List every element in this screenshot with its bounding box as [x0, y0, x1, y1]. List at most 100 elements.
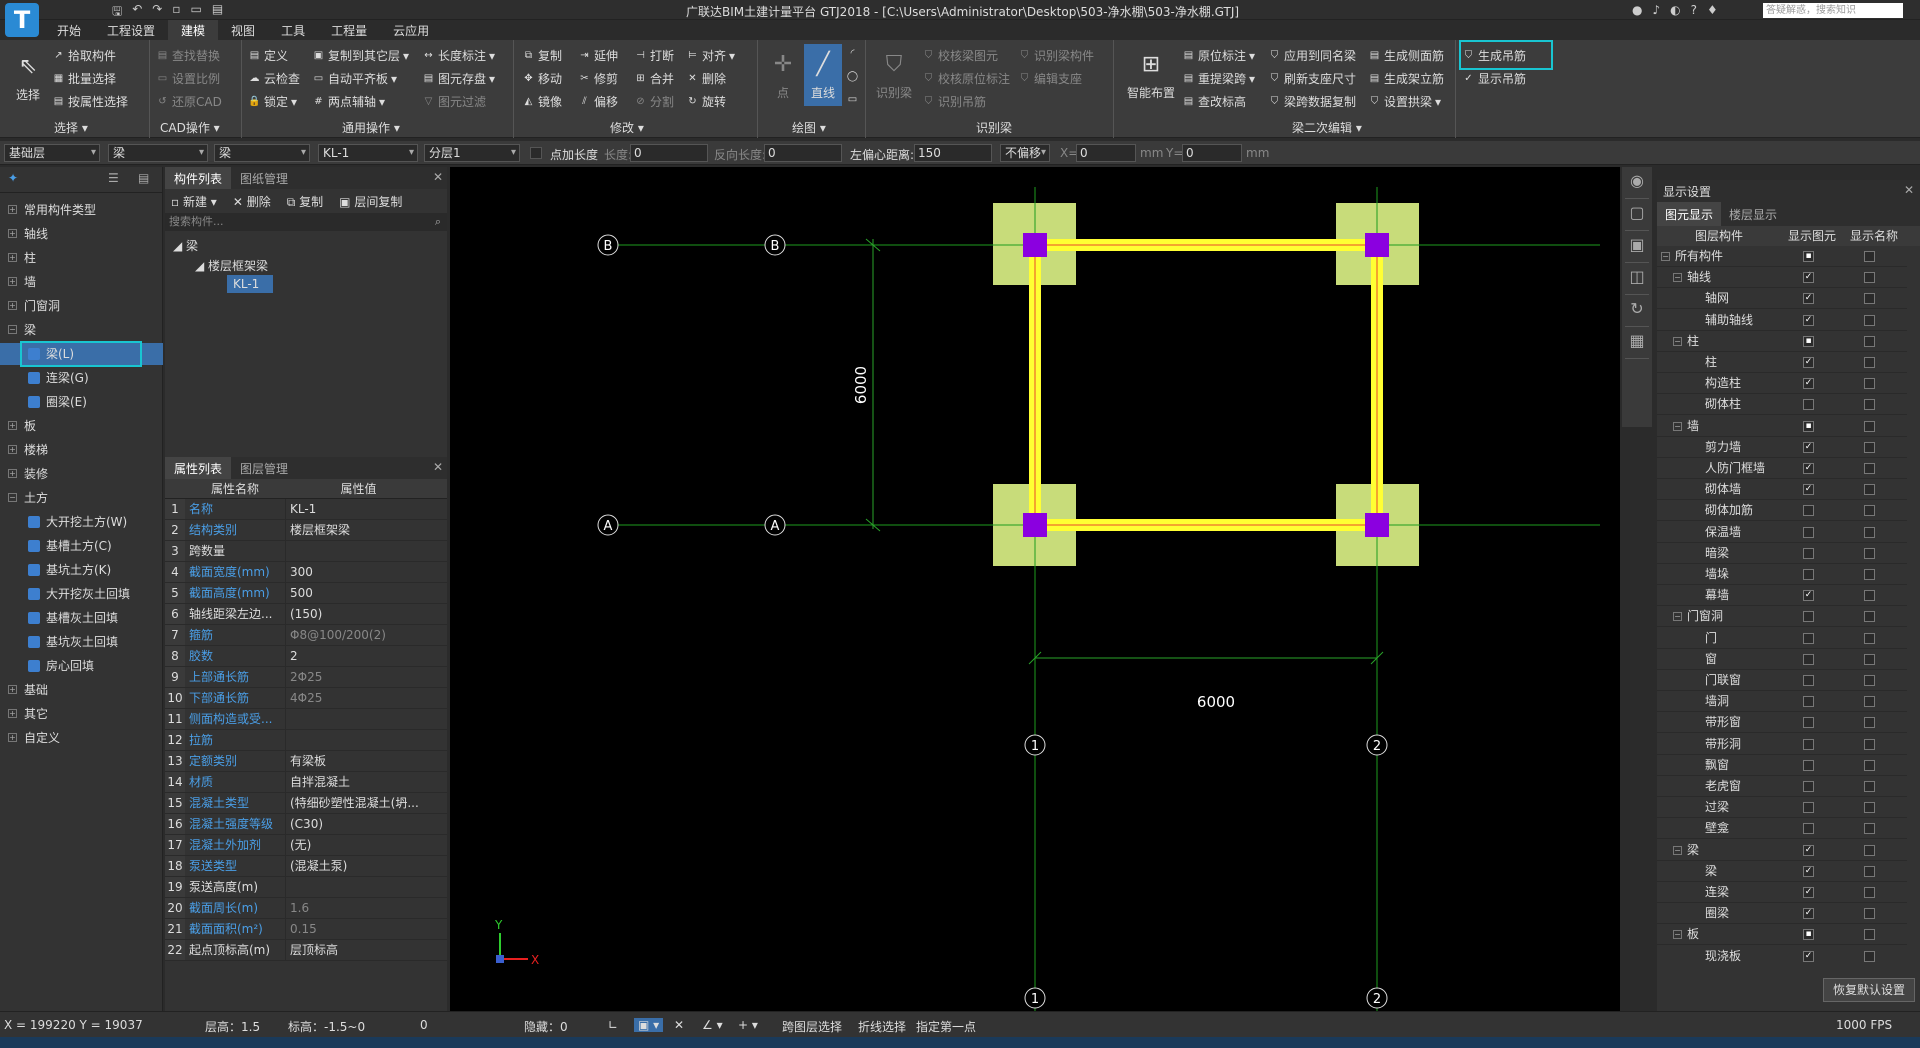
- delete-component-button[interactable]: ✕ 删除: [233, 193, 271, 209]
- expand-icon[interactable]: +: [8, 301, 17, 310]
- shirt-icon[interactable]: ♦: [1707, 3, 1718, 17]
- list-view-icon[interactable]: ☰: [108, 171, 119, 185]
- show-name-checkbox[interactable]: [1864, 526, 1875, 538]
- display-row[interactable]: 墙洞: [1657, 691, 1907, 713]
- collapse-icon[interactable]: −: [1673, 845, 1682, 855]
- show-element-checkbox[interactable]: ▪: [1803, 929, 1814, 941]
- show-name-checkbox[interactable]: [1864, 505, 1875, 517]
- show-element-checkbox[interactable]: [1803, 505, 1814, 517]
- show-name-checkbox[interactable]: [1864, 887, 1875, 898]
- property-row[interactable]: 2 结构类别 楼层框架梁: [165, 520, 447, 541]
- property-row[interactable]: 12 拉筋: [165, 730, 447, 751]
- cross-layer-select[interactable]: 跨图层选择: [782, 1018, 842, 1035]
- display-row[interactable]: − 柱 ▪: [1657, 331, 1907, 352]
- display-row[interactable]: − 墙 ▪: [1657, 416, 1907, 437]
- snap-icon[interactable]: ▣ ▾: [634, 1018, 664, 1032]
- display-row[interactable]: 连梁 ✓: [1657, 882, 1907, 903]
- menu-project-settings[interactable]: 工程设置: [94, 20, 168, 40]
- length-input[interactable]: 0: [630, 144, 708, 162]
- element-filter-button[interactable]: ▽ 图元过滤: [422, 93, 486, 110]
- expand-icon[interactable]: +: [8, 685, 17, 694]
- property-value[interactable]: 层顶标高: [285, 940, 432, 960]
- nav-sub-item[interactable]: 圈梁(E): [0, 391, 163, 413]
- display-row[interactable]: − 梁 ✓: [1657, 840, 1907, 861]
- nav-group-item[interactable]: + 其它: [0, 703, 163, 725]
- show-name-checkbox[interactable]: [1864, 759, 1875, 771]
- collapse-icon[interactable]: −: [1673, 612, 1682, 622]
- rotate-view-icon[interactable]: ↻: [1625, 299, 1649, 327]
- show-name-checkbox[interactable]: [1864, 950, 1875, 962]
- property-value[interactable]: [285, 730, 432, 750]
- show-element-checkbox[interactable]: ✓: [1803, 272, 1814, 284]
- edit-support-button[interactable]: ⛉ 编辑支座: [1018, 70, 1082, 87]
- check-beam-button[interactable]: ⛉ 校核梁图元: [922, 47, 998, 64]
- show-name-checkbox[interactable]: [1864, 272, 1875, 284]
- nav-sub-item[interactable]: 房心回填: [0, 655, 163, 677]
- show-name-checkbox[interactable]: [1864, 738, 1875, 750]
- menu-modeling[interactable]: 建模: [168, 20, 219, 40]
- nav-sub-item[interactable]: 连梁(G): [0, 367, 163, 389]
- show-name-checkbox[interactable]: [1864, 653, 1875, 665]
- display-row[interactable]: 砌体加筋: [1657, 500, 1907, 522]
- show-element-checkbox[interactable]: ✓: [1803, 590, 1814, 602]
- apply-same-name-button[interactable]: ⛉ 应用到同名梁: [1268, 47, 1356, 64]
- subtype-select[interactable]: 梁: [214, 144, 310, 162]
- tab-layer-management[interactable]: 图层管理: [231, 457, 297, 479]
- display-row[interactable]: 现浇板 ✓: [1657, 946, 1907, 966]
- property-row[interactable]: 4 截面宽度(mm) 300: [165, 562, 447, 583]
- expand-icon[interactable]: +: [8, 445, 17, 454]
- property-value[interactable]: (C30): [285, 814, 432, 834]
- bell-icon[interactable]: ♪: [1652, 3, 1660, 17]
- tree-node-beam[interactable]: ◢ 梁: [173, 237, 198, 254]
- property-row[interactable]: 14 材质 自拌混凝土: [165, 772, 447, 793]
- property-row[interactable]: 16 混凝土强度等级 (C30): [165, 814, 447, 835]
- collapse-icon[interactable]: −: [8, 493, 17, 502]
- show-element-checkbox[interactable]: [1803, 526, 1814, 538]
- offset-button[interactable]: ⫽ 偏移: [578, 93, 618, 110]
- show-element-checkbox[interactable]: ✓: [1803, 378, 1814, 390]
- show-element-checkbox[interactable]: ✓: [1803, 950, 1814, 962]
- property-row[interactable]: 21 截面面积(m²) 0.15: [165, 919, 447, 940]
- nav-group-item[interactable]: − 土方: [0, 487, 163, 509]
- menu-cloud[interactable]: 云应用: [380, 20, 442, 40]
- show-element-checkbox[interactable]: ✓: [1803, 314, 1814, 326]
- show-name-checkbox[interactable]: [1864, 314, 1875, 326]
- find-replace-button[interactable]: ▤ 查找替换: [156, 47, 220, 64]
- offset-mode-select[interactable]: 不偏移: [1000, 144, 1050, 162]
- nav-sub-item[interactable]: 基坑土方(K): [0, 559, 163, 581]
- display-row[interactable]: 墙垛: [1657, 564, 1907, 585]
- show-element-checkbox[interactable]: [1803, 399, 1814, 411]
- property-row[interactable]: 22 起点顶标高(m) 层顶标高: [165, 940, 447, 961]
- display-row[interactable]: 圈梁 ✓: [1657, 903, 1907, 925]
- property-value[interactable]: (150): [285, 604, 432, 624]
- nav-sub-item[interactable]: 基槽土方(C): [0, 535, 163, 557]
- display-row[interactable]: 窗: [1657, 649, 1907, 670]
- display-row[interactable]: 构造柱 ✓: [1657, 373, 1907, 395]
- tab-element-display[interactable]: 图元显示: [1657, 202, 1722, 226]
- show-element-checkbox[interactable]: [1803, 547, 1814, 559]
- line-button[interactable]: ╱ 直线: [804, 44, 842, 106]
- tile-view-icon[interactable]: ▤: [138, 171, 149, 185]
- nav-group-item[interactable]: + 轴线: [0, 223, 163, 245]
- show-element-checkbox[interactable]: [1803, 781, 1814, 792]
- show-element-checkbox[interactable]: [1803, 738, 1814, 750]
- show-element-checkbox[interactable]: [1803, 569, 1814, 580]
- expand-icon[interactable]: +: [8, 229, 17, 238]
- show-element-checkbox[interactable]: [1803, 611, 1814, 623]
- property-value[interactable]: [285, 709, 432, 729]
- display-row[interactable]: − 轴线 ✓: [1657, 267, 1907, 289]
- show-name-checkbox[interactable]: [1864, 251, 1875, 262]
- property-row[interactable]: 1 名称 KL-1: [165, 499, 447, 520]
- mirror-button[interactable]: ◭ 镜像: [522, 93, 562, 110]
- show-name-checkbox[interactable]: [1864, 484, 1875, 496]
- identify-beam-component-button[interactable]: ⛉ 识别梁构件: [1018, 47, 1094, 64]
- show-element-checkbox[interactable]: ▪: [1803, 335, 1814, 347]
- collapse-icon[interactable]: −: [1673, 421, 1682, 431]
- floor-copy-button[interactable]: ▣ 层间复制: [339, 193, 402, 209]
- polyline-select[interactable]: 折线选择: [858, 1018, 906, 1035]
- show-name-checkbox[interactable]: [1864, 908, 1875, 920]
- select-button[interactable]: ⇖ 选择: [8, 50, 48, 103]
- collapse-icon[interactable]: −: [1673, 930, 1682, 940]
- column-a1[interactable]: [1023, 513, 1047, 537]
- property-row[interactable]: 11 侧面构造或受...: [165, 709, 447, 730]
